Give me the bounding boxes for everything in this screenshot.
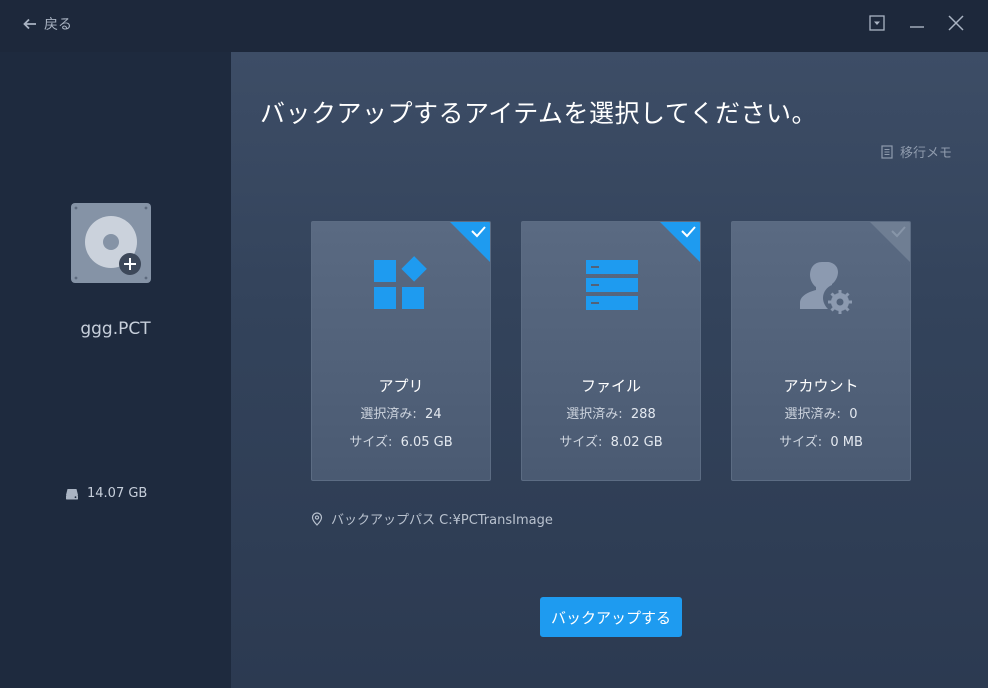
account-icon	[792, 256, 852, 316]
migration-memo-link[interactable]: 移行メモ	[880, 142, 952, 161]
arrow-left-icon	[23, 18, 36, 30]
device-size-value: 14.07 GB	[87, 486, 148, 501]
files-icon	[582, 256, 642, 316]
selected-count: 選択済み: 288	[566, 407, 656, 422]
back-label: 戻る	[44, 17, 72, 33]
card-title: ファイル	[580, 377, 641, 395]
dropdown-icon	[869, 15, 885, 31]
device-size: 14.07 GB	[65, 486, 147, 501]
card-check-badge	[660, 222, 700, 262]
minimize-button[interactable]	[908, 14, 926, 32]
selected-count: 選択済み: 24	[360, 407, 442, 422]
card-files[interactable]: ファイル 選択済み: 288 サイズ: 8.02 GB	[521, 221, 701, 481]
sidebar: ggg.PCT 14.07 GB	[0, 52, 231, 688]
checkmark-icon	[870, 222, 910, 262]
total-size: サイズ: 8.02 GB	[559, 435, 663, 450]
close-icon	[948, 15, 964, 31]
back-button[interactable]: 戻る	[22, 12, 72, 36]
page-title: バックアップするアイテムを選択してください。	[260, 99, 818, 128]
apps-icon	[372, 256, 432, 316]
card-check-badge	[870, 222, 910, 262]
checkmark-icon	[450, 222, 490, 262]
memo-label: 移行メモ	[899, 146, 952, 161]
card-check-badge	[450, 222, 490, 262]
dropdown-button[interactable]	[868, 14, 886, 32]
card-title: アプリ	[378, 377, 424, 395]
main-panel: バックアップするアイテムを選択してください。 移行メモ アプリ 選択済み: 24…	[231, 52, 988, 688]
checkmark-icon	[660, 222, 700, 262]
total-size: サイズ: 0 MB	[779, 435, 863, 450]
backup-button[interactable]: バックアップする	[540, 597, 682, 637]
card-account[interactable]: アカウント 選択済み: 0 サイズ: 0 MB	[731, 221, 911, 481]
card-title: アカウント	[783, 377, 859, 395]
note-icon	[881, 144, 893, 159]
backup-path[interactable]: バックアップパス C:¥PCTransImage	[311, 509, 553, 528]
card-apps[interactable]: アプリ 選択済み: 24 サイズ: 6.05 GB	[311, 221, 491, 481]
device-name: ggg.PCT	[80, 319, 151, 339]
total-size: サイズ: 6.05 GB	[349, 435, 453, 450]
hard-disk-add-icon	[74, 206, 148, 280]
drive-icon	[66, 488, 78, 499]
close-button[interactable]	[947, 14, 965, 32]
device-image	[71, 203, 151, 283]
location-pin-icon	[311, 511, 323, 526]
backup-path-text: バックアップパス C:¥PCTransImage	[331, 513, 553, 528]
selected-count: 選択済み: 0	[784, 407, 858, 422]
minimize-icon	[910, 26, 924, 28]
title-bar: 戻る	[0, 0, 988, 52]
